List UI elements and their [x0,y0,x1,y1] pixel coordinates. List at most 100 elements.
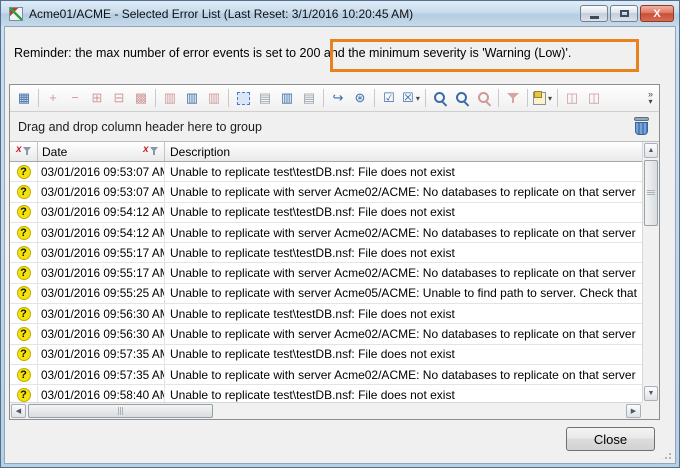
cell-date: 03/01/2016 09:56:30 AM [38,324,165,343]
copy-icon: ▤ [259,91,271,105]
zoom-in-button[interactable] [430,88,450,108]
notes-button[interactable]: ▾ [532,88,553,108]
warning-question-icon: ? [17,266,31,280]
cell-description: Unable to replicate test\testDB.nsf: Fil… [165,243,642,262]
page-settings-button[interactable]: ▤ [299,88,319,108]
close-button[interactable]: Close [566,427,655,451]
zoom-out-button[interactable] [474,88,494,108]
table-row[interactable]: ?03/01/2016 09:57:35 AMUnable to replica… [10,365,642,385]
run-settings-icon: ⊛ [355,91,366,105]
maximize-button[interactable] [610,5,638,22]
panel-right-icon: ◫ [588,91,600,105]
export-button[interactable]: ↪ [328,88,348,108]
filter-button[interactable] [503,88,523,108]
window-title: Acme01/ACME - Selected Error List (Last … [29,7,413,21]
toolbar-overflow-button[interactable]: » ▾ [643,86,658,110]
cell-severity: ? [10,385,38,402]
resize-grip[interactable] [660,448,673,461]
cell-date: 03/01/2016 09:55:17 AM [38,263,165,282]
close-button-label: Close [594,432,627,447]
scrollbar-corner [642,402,659,419]
table-row[interactable]: ?03/01/2016 09:53:07 AMUnable to replica… [10,182,642,202]
group-by-drop-zone[interactable]: Drag and drop column header here to grou… [10,112,659,142]
column-right-button[interactable]: ▥ [204,88,224,108]
table-row[interactable]: ?03/01/2016 09:55:25 AMUnable to replica… [10,284,642,304]
table-row[interactable]: ?03/01/2016 09:53:07 AMUnable to replica… [10,162,642,182]
cell-description: Unable to replicate test\testDB.nsf: Fil… [165,385,642,402]
copy-button[interactable]: ▤ [255,88,275,108]
select-nodes-icon: ▩ [135,91,147,105]
zoom-in-icon [433,91,448,106]
table-row[interactable]: ?03/01/2016 09:58:40 AMUnable to replica… [10,385,642,402]
trash-lid-icon [634,117,649,121]
cell-date: 03/01/2016 09:55:25 AM [38,284,165,303]
view-settings-button[interactable]: ▦ [14,88,34,108]
cell-date: 03/01/2016 09:54:12 AM [38,223,165,242]
horizontal-scroll-thumb[interactable] [28,404,213,418]
expand-node-button[interactable]: ⊞ [87,88,107,108]
reminder-text-before: Reminder: the max number of error events… [14,46,348,60]
remove-button[interactable]: − [65,88,85,108]
panel-left-button[interactable]: ◫ [562,88,582,108]
table-row[interactable]: ?03/01/2016 09:54:12 AMUnable to replica… [10,223,642,243]
table-row[interactable]: ?03/01/2016 09:54:12 AMUnable to replica… [10,203,642,223]
table-row[interactable]: ?03/01/2016 09:56:30 AMUnable to replica… [10,304,642,324]
vertical-scroll-thumb[interactable] [644,160,658,226]
window-controls: X [580,5,674,22]
zoom-font-icon [455,91,470,106]
warning-question-icon: ? [17,286,31,300]
select-region-button[interactable] [233,88,253,108]
column-center-icon: ▥ [186,91,198,105]
toolbar-separator [557,89,558,107]
collapse-node-button[interactable]: ⊟ [109,88,129,108]
toolbar-separator [228,89,229,107]
panel-right-button[interactable]: ◫ [584,88,604,108]
scroll-left-button[interactable]: ◀ [11,404,26,418]
date-filter-icon[interactable] [143,146,158,157]
column-left-button[interactable]: ▥ [160,88,180,108]
header-date-column[interactable]: Date [38,142,165,161]
warning-question-icon: ? [17,368,31,382]
header-date-label: Date [42,145,67,159]
trash-icon[interactable] [634,117,649,136]
run-settings-button[interactable]: ⊛ [350,88,370,108]
column-right-icon: ▥ [208,91,220,105]
horizontal-scrollbar[interactable]: ◀ ▶ [10,402,642,419]
copy-grid-button[interactable]: ▥ [277,88,297,108]
table-row[interactable]: ?03/01/2016 09:56:30 AMUnable to replica… [10,324,642,344]
select-nodes-button[interactable]: ▩ [131,88,151,108]
cell-severity: ? [10,365,38,384]
minimize-button[interactable] [580,5,608,22]
table-row[interactable]: ?03/01/2016 09:57:35 AMUnable to replica… [10,345,642,365]
header-severity-column[interactable] [10,142,38,161]
clear-filter-icon[interactable] [16,146,31,157]
select-region-icon [237,92,250,105]
column-center-button[interactable]: ▥ [182,88,202,108]
filter-icon [507,92,520,104]
maximize-icon [620,10,629,17]
table-row[interactable]: ?03/01/2016 09:55:17 AMUnable to replica… [10,263,642,283]
cell-severity: ? [10,263,38,282]
cell-description: Unable to replicate with server Acme02/A… [165,223,642,242]
cell-description: Unable to replicate with server Acme02/A… [165,365,642,384]
grid-check-button[interactable]: ☑ [379,88,399,108]
dropdown-arrow-icon: ▾ [548,94,552,103]
vertical-scrollbar[interactable]: ▲ ▼ [642,142,659,402]
toolbar-separator [498,89,499,107]
reminder-text: Reminder: the max number of error events… [14,46,571,60]
add-button[interactable]: + [43,88,63,108]
scroll-down-button[interactable]: ▼ [644,386,658,401]
toolbar-separator [155,89,156,107]
zoom-font-button[interactable] [452,88,472,108]
warning-question-icon: ? [17,165,31,179]
table-row[interactable]: ?03/01/2016 09:55:17 AMUnable to replica… [10,243,642,263]
scroll-right-button[interactable]: ▶ [626,404,641,418]
header-description-column[interactable]: Description [165,142,642,161]
scroll-up-button[interactable]: ▲ [644,143,658,158]
scroll-down-icon: ▼ [648,390,655,397]
grid-multi-check-button[interactable]: ☒▾ [401,88,421,108]
grid-rows: ?03/01/2016 09:53:07 AMUnable to replica… [10,162,642,402]
close-window-button[interactable]: X [640,5,674,22]
scroll-right-icon: ▶ [631,407,636,415]
trash-can-icon [635,122,648,135]
